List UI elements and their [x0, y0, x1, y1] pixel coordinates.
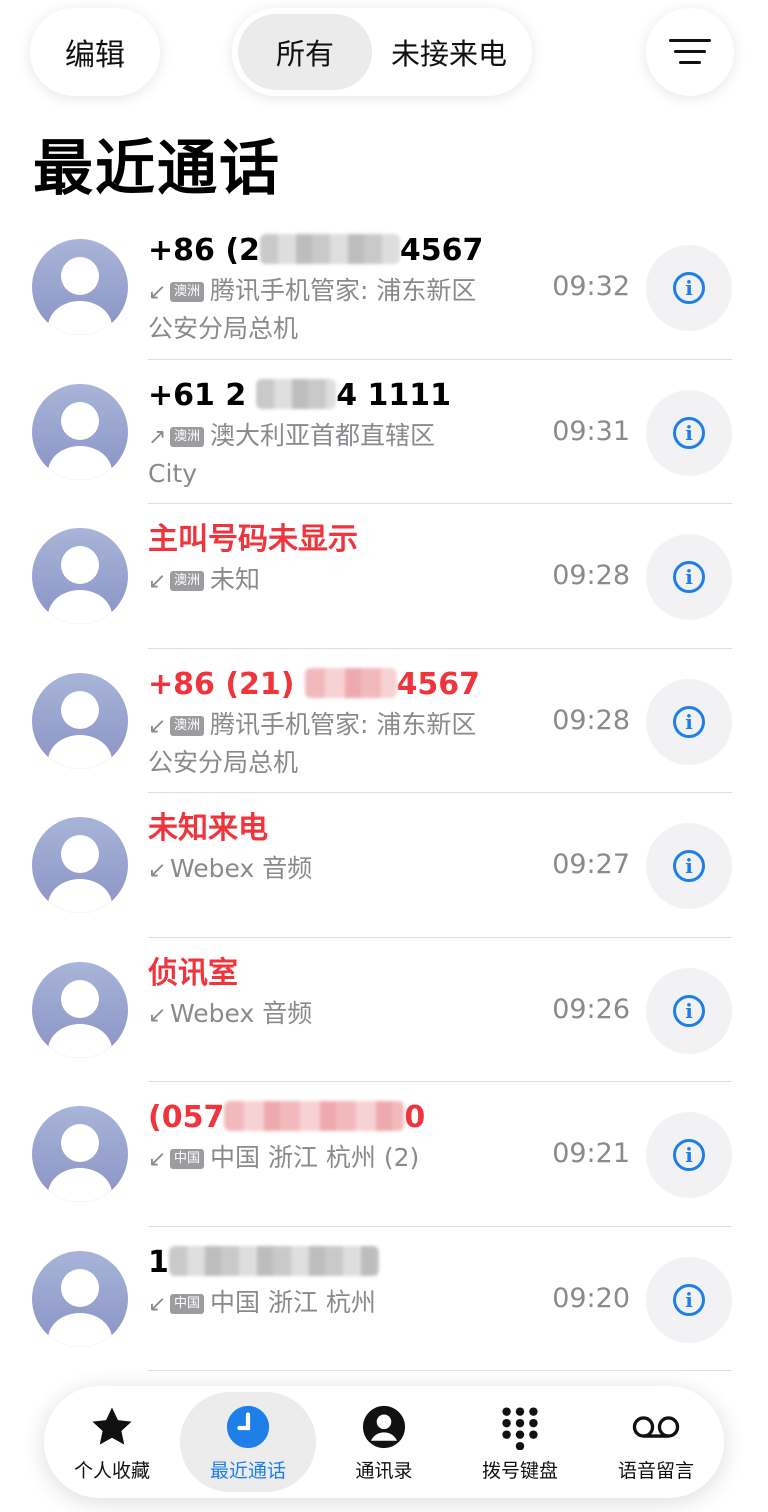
call-row[interactable]: +86 (2 4567 ↙ 澳洲 腾讯手机管家: 浦东新区公安分局总机 09:32 i [0, 215, 768, 360]
incoming-call-icon: ↙ [148, 569, 167, 594]
outgoing-call-icon: ↗ [148, 424, 167, 450]
recent-calls-list: +86 (2 4567 ↙ 澳洲 腾讯手机管家: 浦东新区公安分局总机 09:32 i… [0, 215, 768, 1371]
incoming-call-icon: ↙ [148, 1147, 167, 1172]
region-tag: 澳洲 [170, 426, 205, 447]
keypad-icon [495, 1402, 545, 1452]
info-button[interactable]: i [646, 823, 732, 909]
call-name: +61 24 1111 [148, 377, 452, 413]
info-icon: i [673, 272, 705, 304]
call-detail: ↙ Webex 音频 [148, 851, 478, 889]
info-button[interactable]: i [646, 678, 732, 765]
avatar [32, 961, 128, 1058]
info-button[interactable]: i [646, 967, 732, 1054]
incoming-call-icon: ↙ [148, 280, 167, 305]
tab-contacts[interactable]: 通讯录 [316, 1392, 452, 1492]
contact-icon [359, 1402, 409, 1452]
tab-recents[interactable]: 最近通话 [180, 1392, 316, 1492]
tab-keypad[interactable]: 拨号键盘 [452, 1392, 588, 1492]
avatar [32, 383, 128, 480]
info-button[interactable]: i [646, 534, 732, 620]
filter-lines-icon [669, 39, 711, 65]
clock-icon [223, 1402, 273, 1452]
call-time: 09:26 [552, 993, 630, 1025]
call-name: +86 (21) 4567 [148, 666, 480, 702]
call-time: 09:28 [552, 560, 630, 591]
call-time: 09:27 [552, 849, 630, 880]
call-detail: ↗ 澳洲 澳大利亚首都直辖区 City [148, 420, 436, 488]
edit-label: 编辑 [65, 38, 125, 73]
segment-all[interactable]: 所有 [238, 14, 372, 90]
call-detail: ↙ 澳洲 腾讯手机管家: 浦东新区公安分局总机 [148, 709, 477, 777]
call-row[interactable]: (057 0 ↙ 中国 中国 浙江 杭州 (2) 09:21 i [0, 1082, 768, 1227]
incoming-call-icon: ↙ [148, 1002, 167, 1028]
avatar [32, 1106, 128, 1202]
edit-button[interactable]: 编辑 [30, 8, 160, 96]
avatar [32, 528, 128, 624]
region-tag: 澳洲 [170, 571, 205, 591]
avatar [32, 817, 128, 913]
segment-missed[interactable]: 未接来电 [372, 14, 526, 90]
info-icon: i [673, 1139, 705, 1171]
info-icon: i [673, 416, 705, 449]
tab-voicemail[interactable]: 语音留言 [588, 1392, 724, 1492]
call-name: (057 0 [148, 1100, 426, 1135]
avatar [32, 672, 128, 769]
call-name: 1 [148, 1241, 528, 1285]
tab-bar: 个人收藏 最近通话 通讯录 拨号键盘 语音留言 [44, 1386, 724, 1498]
divider [148, 1370, 732, 1371]
call-detail: ↙ 中国 中国 浙江 杭州 (2) [148, 1140, 478, 1178]
avatar [32, 239, 128, 335]
call-name: 侦讯室 [148, 955, 238, 991]
call-detail: ↙ 澳洲 未知 [148, 562, 478, 600]
call-time: 09:28 [552, 704, 630, 736]
call-name: 未知来电 [148, 811, 268, 846]
region-tag: 澳洲 [170, 282, 205, 302]
info-icon: i [673, 850, 705, 882]
voicemail-icon [631, 1402, 681, 1452]
incoming-call-icon: ↙ [148, 713, 167, 739]
info-icon: i [673, 561, 705, 593]
call-row[interactable]: 侦讯室 ↙ Webex 音频 09:26 i [0, 938, 768, 1082]
call-filter-segmented-control: 所有 未接来电 [232, 8, 532, 96]
call-time: 09:21 [552, 1138, 630, 1169]
region-tag: 澳洲 [170, 715, 205, 736]
filter-button[interactable] [646, 8, 734, 96]
call-time: 09:20 [552, 1282, 630, 1314]
info-button[interactable]: i [646, 389, 732, 476]
call-name: +86 (2 4567 [148, 233, 484, 268]
avatar [32, 1250, 128, 1347]
info-button[interactable]: i [646, 1256, 732, 1343]
region-tag: 中国 [170, 1149, 205, 1169]
tab-favorites[interactable]: 个人收藏 [44, 1392, 180, 1492]
info-icon: i [673, 705, 705, 738]
region-tag: 中国 [170, 1293, 205, 1314]
info-icon: i [673, 1283, 705, 1316]
info-button[interactable]: i [646, 1112, 732, 1198]
call-detail: ↙ 中国 中国 浙江 杭州 [148, 1285, 478, 1323]
call-row[interactable]: 主叫号码未显示 ↙ 澳洲 未知 09:28 i [0, 504, 768, 649]
call-detail: ↙ Webex 音频 [148, 996, 478, 1034]
call-time: 09:31 [552, 415, 630, 447]
incoming-call-icon: ↙ [148, 1291, 167, 1317]
call-time: 09:32 [552, 271, 630, 302]
call-row[interactable]: 未知来电 ↙ Webex 音频 09:27 i [0, 793, 768, 938]
info-button[interactable]: i [646, 245, 732, 331]
info-icon: i [673, 994, 705, 1027]
call-name: 主叫号码未显示 [148, 522, 358, 557]
call-row[interactable]: 1 ↙ 中国 中国 浙江 杭州 09:20 i [0, 1227, 768, 1371]
call-detail: ↙ 澳洲 腾讯手机管家: 浦东新区公安分局总机 [148, 276, 477, 343]
call-row[interactable]: +61 24 1111 ↗ 澳洲 澳大利亚首都直辖区 City 09:31 i [0, 360, 768, 504]
call-row[interactable]: +86 (21) 4567 ↙ 澳洲 腾讯手机管家: 浦东新区公安分局总机 09:28… [0, 649, 768, 793]
star-icon [87, 1402, 137, 1452]
page-title: 最近通话 [33, 134, 281, 204]
incoming-call-icon: ↙ [148, 858, 167, 883]
